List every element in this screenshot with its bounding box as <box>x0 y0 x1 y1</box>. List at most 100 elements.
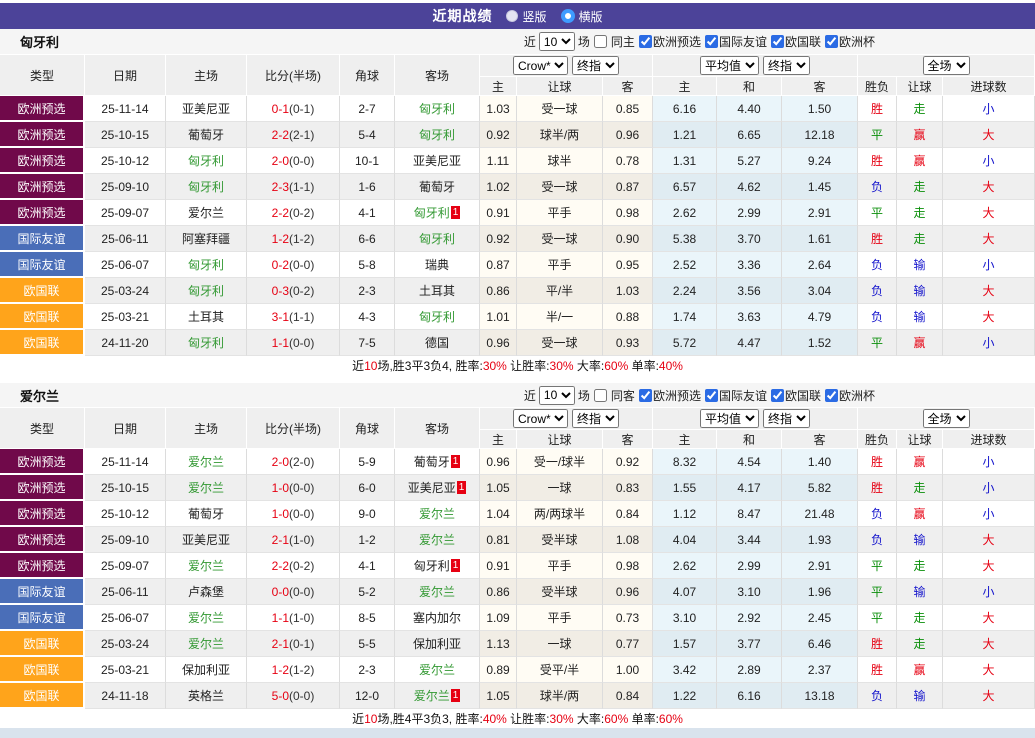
odds1-handicap-cell: 球半 <box>517 148 603 174</box>
radio-horizontal[interactable]: 横版 <box>561 8 603 25</box>
radio-vertical[interactable]: 竖版 <box>506 8 546 25</box>
odds2-home-cell: 3.10 <box>653 605 717 631</box>
corner-cell: 5-9 <box>340 449 395 475</box>
odds-source-select[interactable]: Crow* <box>513 409 568 428</box>
halftime-score: (1-1) <box>289 180 314 194</box>
match-row: 欧洲预选25-10-15爱尔兰1-0(0-0)6-0亚美尼亚11.05一球0.8… <box>0 475 1035 501</box>
match-date-cell: 25-03-21 <box>85 304 166 330</box>
odds1-away-cell: 0.85 <box>603 96 653 122</box>
odds2-draw-cell: 4.62 <box>717 174 782 200</box>
corner-cell: 8-5 <box>340 605 395 631</box>
competition-checkbox[interactable] <box>771 35 784 48</box>
match-date-cell: 25-10-12 <box>85 501 166 527</box>
wl-result-cell: 负 <box>858 252 897 278</box>
match-date-cell: 25-03-24 <box>85 631 166 657</box>
games-label: 场 <box>578 33 590 50</box>
competition-filter[interactable]: 欧国联 <box>770 387 821 404</box>
goals-result-cell: 大 <box>943 631 1035 657</box>
handicap-result-cell: 走 <box>897 96 943 122</box>
corner-cell: 7-5 <box>340 330 395 356</box>
radio-horizontal-icon[interactable] <box>561 9 575 23</box>
competition-filter[interactable]: 欧洲杯 <box>824 387 875 404</box>
same-venue-checkbox[interactable] <box>594 35 607 48</box>
match-date-cell: 25-09-10 <box>85 527 166 553</box>
goals-result-cell: 大 <box>943 553 1035 579</box>
filter-bar: 近 10 场 同主 欧洲预选 国际友谊 欧国联 欧洲杯 <box>524 32 875 51</box>
final-odds-select[interactable]: 终指 <box>763 56 810 75</box>
competition-checkbox[interactable] <box>639 35 652 48</box>
fullmatch-select[interactable]: 全场 <box>923 409 970 428</box>
away-team-cell: 匈牙利 <box>395 122 480 148</box>
summary-stat-label: 场,胜3平3负4, 胜率: <box>377 359 482 373</box>
near-label: 近 <box>524 33 536 50</box>
odds2-draw-cell: 3.56 <box>717 278 782 304</box>
col-odds1-home: 主 <box>480 77 517 96</box>
home-team-cell: 爱尔兰 <box>166 631 247 657</box>
wl-result-cell: 负 <box>858 527 897 553</box>
odds1-away-cell: 1.00 <box>603 657 653 683</box>
col-type: 类型 <box>0 408 85 449</box>
final-odds-select[interactable]: 终指 <box>763 409 810 428</box>
fulltime-score: 2-1 <box>272 533 289 547</box>
odds1-away-cell: 0.92 <box>603 449 653 475</box>
odds1-handicap-cell: 球半/两 <box>517 122 603 148</box>
away-team-cell: 瑞典 <box>395 252 480 278</box>
competition-checkbox[interactable] <box>825 35 838 48</box>
competition-filter[interactable]: 欧国联 <box>770 33 821 50</box>
odds1-handicap-cell: 半/一 <box>517 304 603 330</box>
same-venue-checkbox[interactable] <box>594 389 607 402</box>
corner-cell: 5-5 <box>340 631 395 657</box>
recent-count-select[interactable]: 10 <box>539 32 575 51</box>
radio-vertical-icon[interactable] <box>506 10 518 22</box>
goals-result-cell: 大 <box>943 226 1035 252</box>
home-team-cell: 爱尔兰 <box>166 475 247 501</box>
competition-checkbox[interactable] <box>705 389 718 402</box>
goals-result-cell: 大 <box>943 278 1035 304</box>
competition-filter[interactable]: 欧洲预选 <box>638 387 701 404</box>
col-home: 主场 <box>166 55 247 96</box>
corner-cell: 5-4 <box>340 122 395 148</box>
odds2-away-cell: 2.45 <box>782 605 858 631</box>
goals-result-cell: 小 <box>943 148 1035 174</box>
match-row: 欧国联25-03-21土耳其3-1(1-1)4-3匈牙利1.01半/一0.881… <box>0 304 1035 330</box>
corner-cell: 2-7 <box>340 96 395 122</box>
recent-count-select[interactable]: 10 <box>539 386 575 405</box>
away-team-cell: 匈牙利1 <box>395 553 480 579</box>
halftime-score: (1-1) <box>289 310 314 324</box>
avg-odds-select[interactable]: 平均值 <box>700 409 759 428</box>
wl-result-cell: 胜 <box>858 148 897 174</box>
odds1-handicap-cell: 平手 <box>517 252 603 278</box>
final-odds-select[interactable]: 终指 <box>572 56 619 75</box>
competition-filter[interactable]: 国际友谊 <box>704 33 767 50</box>
wl-result-cell: 胜 <box>858 96 897 122</box>
competition-filter[interactable]: 国际友谊 <box>704 387 767 404</box>
odds2-home-cell: 1.21 <box>653 122 717 148</box>
col-odds1-away: 客 <box>603 77 653 96</box>
competition-checkbox[interactable] <box>825 389 838 402</box>
col-away: 客场 <box>395 408 480 449</box>
competition-filter[interactable]: 欧洲预选 <box>638 33 701 50</box>
competition-checkbox[interactable] <box>639 389 652 402</box>
halftime-score: (0-0) <box>289 689 314 703</box>
fullmatch-select[interactable]: 全场 <box>923 56 970 75</box>
match-row: 欧洲预选25-11-14亚美尼亚0-1(0-1)2-7匈牙利1.03受一球0.8… <box>0 96 1035 122</box>
odds2-home-cell: 3.42 <box>653 657 717 683</box>
avg-odds-select[interactable]: 平均值 <box>700 56 759 75</box>
handicap-result-cell: 赢 <box>897 122 943 148</box>
summary-stat-label: 大率: <box>574 359 605 373</box>
match-date-cell: 24-11-18 <box>85 683 166 709</box>
col-corner: 角球 <box>340 55 395 96</box>
final-odds-select[interactable]: 终指 <box>572 409 619 428</box>
odds1-home-cell: 1.02 <box>480 174 517 200</box>
halftime-score: (0-0) <box>289 258 314 272</box>
competition-filter[interactable]: 欧洲杯 <box>824 33 875 50</box>
competition-checkbox[interactable] <box>771 389 784 402</box>
fulltime-score: 1-2 <box>272 232 289 246</box>
competition-checkbox[interactable] <box>705 35 718 48</box>
odds1-away-cell: 0.96 <box>603 579 653 605</box>
col-date: 日期 <box>85 408 166 449</box>
odds1-away-cell: 1.03 <box>603 278 653 304</box>
odds-source-select[interactable]: Crow* <box>513 56 568 75</box>
match-date-cell: 25-03-24 <box>85 278 166 304</box>
wl-result-cell: 负 <box>858 683 897 709</box>
